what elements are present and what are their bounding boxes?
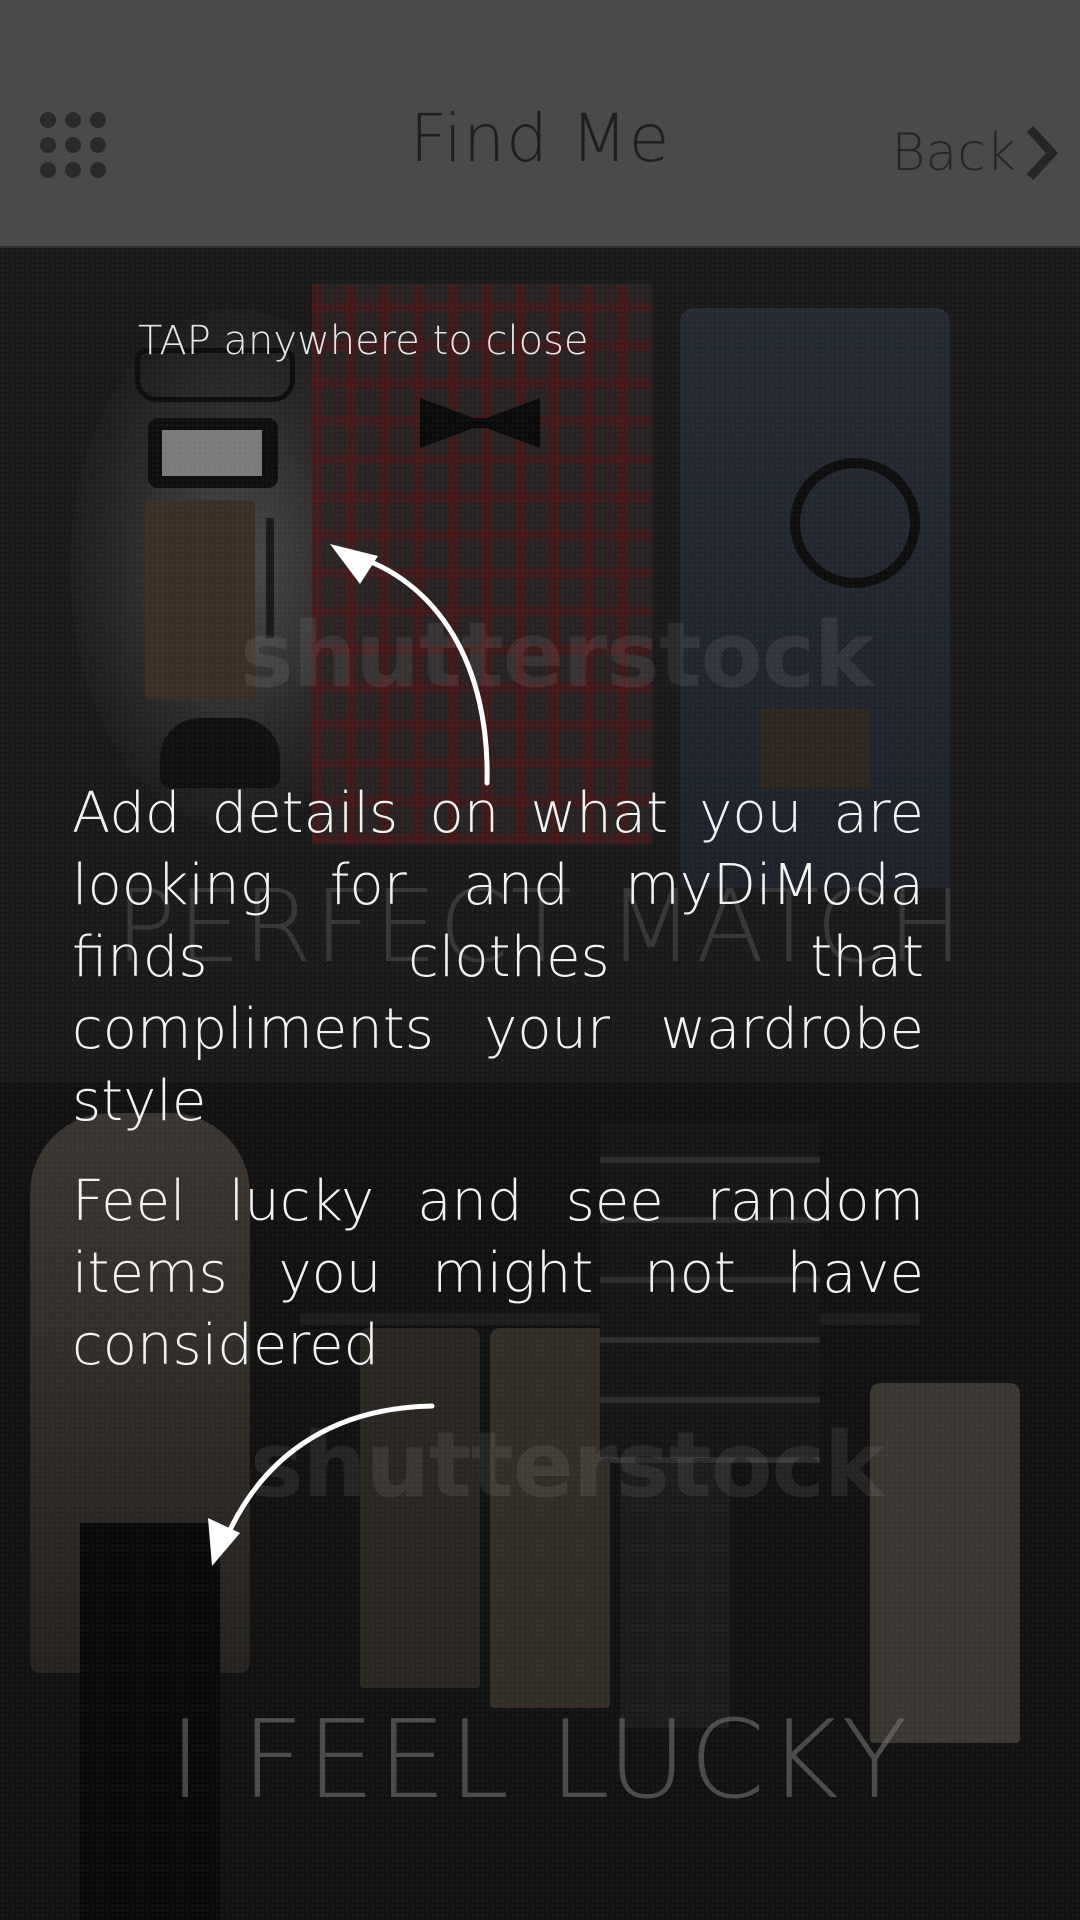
- help-overlay[interactable]: TAP anywhere to close Add details on wha…: [0, 248, 1080, 1920]
- header-bar: Find Me Back: [0, 0, 1080, 246]
- find-me-screen: Find Me Back shutterstock PERFECT MATCH: [0, 0, 1080, 1920]
- perfect-match-tip: Add details on what you are looking for …: [72, 781, 924, 1134]
- feel-lucky-tip: Feel lucky and see random items you migh…: [72, 1169, 924, 1378]
- back-label: Back: [891, 123, 1016, 183]
- chevron-right-icon: [1026, 125, 1058, 181]
- back-button[interactable]: Back: [891, 118, 1058, 188]
